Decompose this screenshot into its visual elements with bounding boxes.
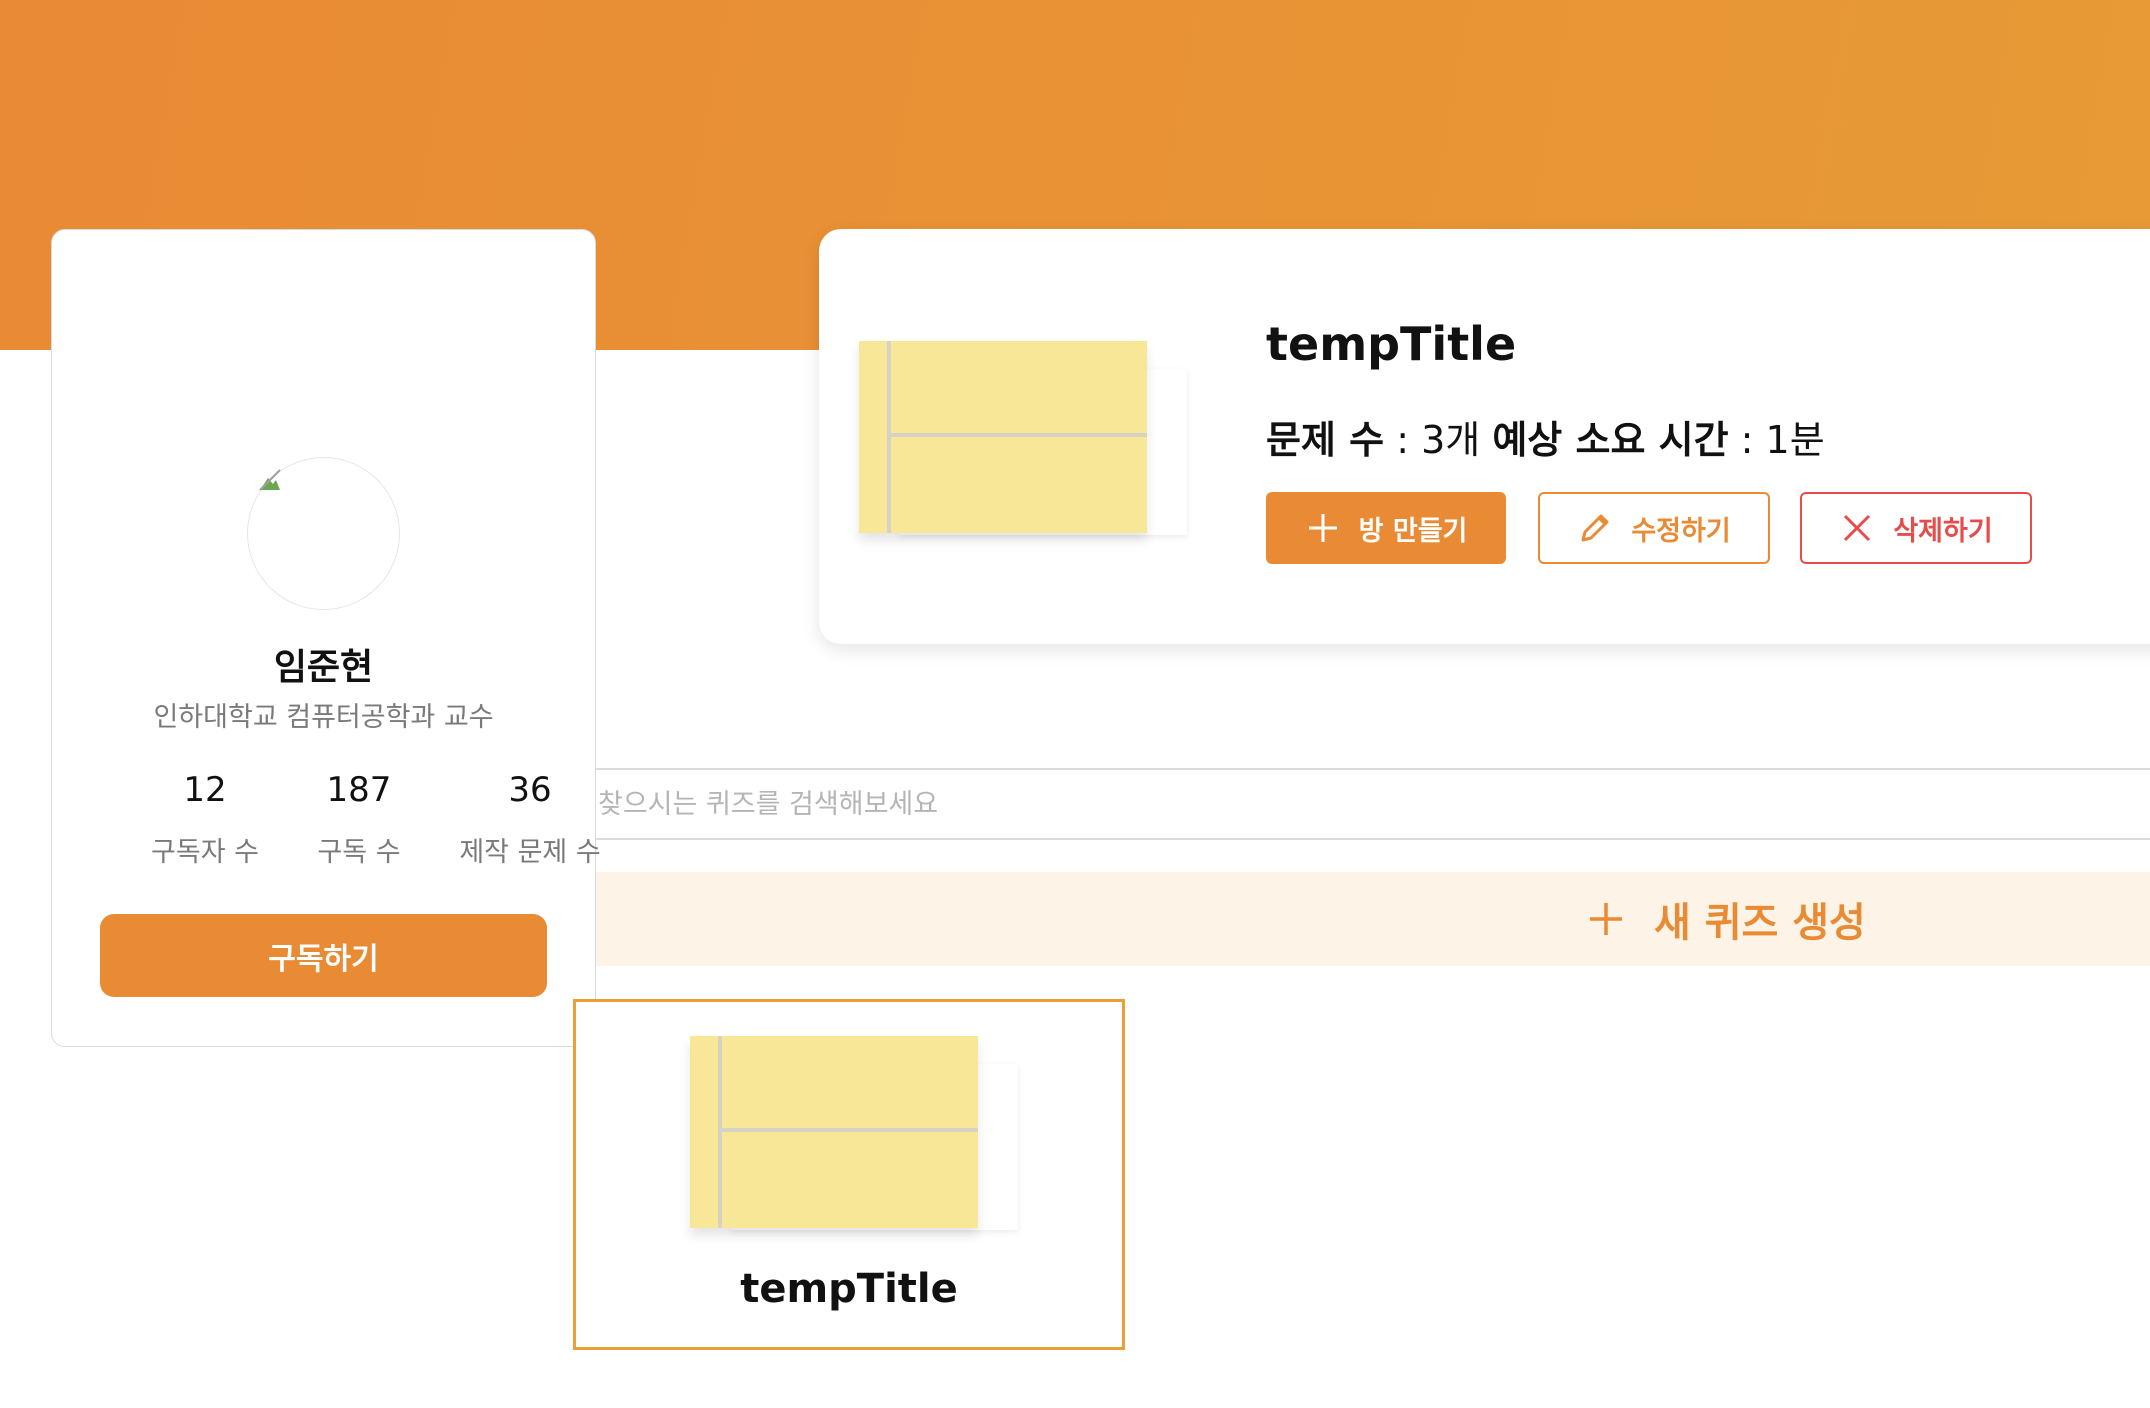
time-value: 1분 [1765, 418, 1825, 462]
stat-value: 187 [326, 770, 392, 810]
quiz-meta: 문제 수 : 3개 예상 소요 시간 : 1분 [1266, 409, 1825, 464]
quiz-card-title: tempTitle [740, 1266, 958, 1312]
page: 임준현 인하대학교 컴퓨터공학과 교수 12 구독자 수 187 구독 수 36… [0, 0, 2150, 1408]
stat-value: 12 [183, 770, 227, 810]
quiz-card-thumbnail [690, 1036, 1018, 1230]
profile-card: 임준현 인하대학교 컴퓨터공학과 교수 12 구독자 수 187 구독 수 36… [51, 229, 601, 1047]
time-label: 예상 소요 시간 [1492, 418, 1729, 462]
new-quiz-label: 새 퀴즈 생성 [1654, 900, 1866, 946]
make-room-button[interactable]: 방 만들기 [1266, 492, 1506, 564]
new-quiz-button[interactable]: 새 퀴즈 생성 [596, 872, 2150, 966]
stat-label: 구독 수 [317, 837, 401, 868]
quiz-detail-card: tempTitle 문제 수 : 3개 예상 소요 시간 : 1분 방 만들기 … [819, 229, 2150, 644]
search-bar [596, 768, 2150, 840]
pencil-icon [1581, 514, 1609, 542]
stat-label: 제작 문제 수 [459, 837, 601, 868]
stat-value: 36 [508, 770, 552, 810]
stat-label: 구독자 수 [151, 837, 259, 868]
question-count-label: 문제 수 [1266, 418, 1385, 462]
meta-separator: : [1740, 418, 1766, 462]
stat-subscriptions: 187 구독 수 [274, 770, 444, 869]
search-input[interactable] [596, 770, 2150, 838]
stat-created-quizzes: 36 제작 문제 수 [445, 770, 615, 869]
plus-icon [1590, 903, 1622, 935]
edit-button[interactable]: 수정하기 [1538, 492, 1770, 564]
subscribe-button[interactable]: 구독하기 [100, 914, 547, 997]
make-room-label: 방 만들기 [1358, 515, 1468, 547]
profile-role: 인하대학교 컴퓨터공학과 교수 [153, 702, 494, 733]
quiz-title: tempTitle [1266, 317, 1517, 371]
avatar [247, 457, 400, 610]
close-icon [1844, 514, 1871, 542]
delete-button[interactable]: 삭제하기 [1800, 492, 2032, 564]
stat-subscribers: 12 구독자 수 [120, 770, 290, 869]
broken-image-icon [259, 469, 281, 491]
plus-icon [1308, 514, 1337, 542]
quiz-thumbnail [859, 341, 1187, 535]
edit-label: 수정하기 [1631, 515, 1731, 547]
meta-separator: : [1396, 418, 1422, 462]
delete-label: 삭제하기 [1893, 515, 1993, 547]
quiz-card[interactable]: tempTitle [573, 999, 1125, 1350]
profile-name: 임준현 [273, 647, 374, 688]
question-count-value: 3개 [1421, 418, 1493, 462]
